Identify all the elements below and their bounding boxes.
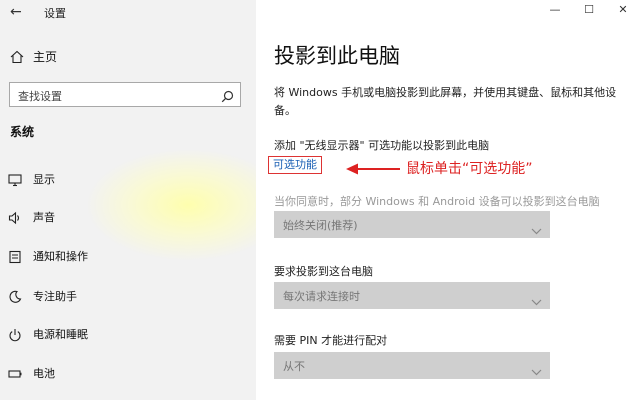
setting-label-require-pin: 需要 PIN 才能进行配对 [274,334,388,347]
chevron-down-icon [531,361,542,380]
speaker-icon [8,210,22,225]
annotation-arrow-icon [346,160,402,179]
sidebar-item-label: 声音 [33,211,55,224]
add-feature-text: 添加 "无线显示器" 可选功能以投影到此电脑 [274,139,490,152]
chevron-down-icon [531,220,542,239]
title-bar: ← 设置 [0,0,256,24]
page-title: 投影到此电脑 [274,44,400,68]
optional-features-link[interactable]: 可选功能 [268,156,322,174]
setting-label-projection-availability: 当你同意时，部分 Windows 和 Android 设备可以投影到这台电脑 [274,195,600,208]
sidebar-item-label: 电源和睡眠 [33,328,88,341]
search-placeholder: 查找设置 [18,90,62,103]
close-button[interactable]: ✕ [606,0,640,20]
main-panel: — ☐ ✕ 投影到此电脑 将 Windows 手机或电脑投影到此屏幕，并使用其键… [256,0,640,400]
sidebar-item-label: 显示 [33,173,55,186]
page-description: 将 Windows 手机或电脑投影到此屏幕，并使用其键盘、鼠标和其他设备。 [274,86,617,117]
battery-icon [8,366,22,380]
minimize-button[interactable]: — [538,0,572,20]
search-icon[interactable] [221,88,234,107]
home-icon [10,49,24,68]
sidebar-item-label: 专注助手 [33,290,77,303]
sidebar-item-battery[interactable]: 电池 [0,358,256,388]
require-pin-dropdown[interactable]: 从不 [274,352,550,379]
power-icon [8,327,22,342]
window-title: 设置 [44,7,66,20]
annotation-text: 鼠标单击“可选功能” [406,161,533,177]
window-controls: — ☐ ✕ [538,0,640,20]
search-input[interactable]: 查找设置 [9,82,241,107]
chevron-down-icon [531,291,542,310]
ask-to-project-dropdown[interactable]: 每次请求连接时 [274,282,550,309]
moon-icon [8,289,22,303]
dropdown-value: 每次请求连接时 [283,290,360,303]
sidebar: ← 设置 主页 查找设置 系统 显示 声音 通知和操作 专注助手 电源和睡眠 电… [0,0,256,400]
maximize-button[interactable]: ☐ [572,0,606,20]
setting-label-ask-to-project: 要求投影到这台电脑 [274,265,373,278]
monitor-icon [8,172,22,187]
sidebar-item-label: 主页 [33,50,58,64]
sidebar-item-display[interactable]: 显示 [0,164,256,194]
dropdown-value: 始终关闭(推荐) [283,219,358,232]
sidebar-item-notifications[interactable]: 通知和操作 [0,241,256,271]
dropdown-value: 从不 [283,360,305,373]
sidebar-item-label: 电池 [33,367,55,380]
back-arrow-icon[interactable]: ← [10,4,22,20]
notification-icon [8,249,22,264]
sidebar-item-sound[interactable]: 声音 [0,202,256,232]
sidebar-item-focus-assist[interactable]: 专注助手 [0,281,256,311]
section-title: 系统 [10,125,35,139]
sidebar-item-power-sleep[interactable]: 电源和睡眠 [0,319,256,349]
sidebar-item-home[interactable]: 主页 [0,44,256,70]
sidebar-item-label: 通知和操作 [33,250,88,263]
projection-availability-dropdown[interactable]: 始终关闭(推荐) [274,211,550,238]
